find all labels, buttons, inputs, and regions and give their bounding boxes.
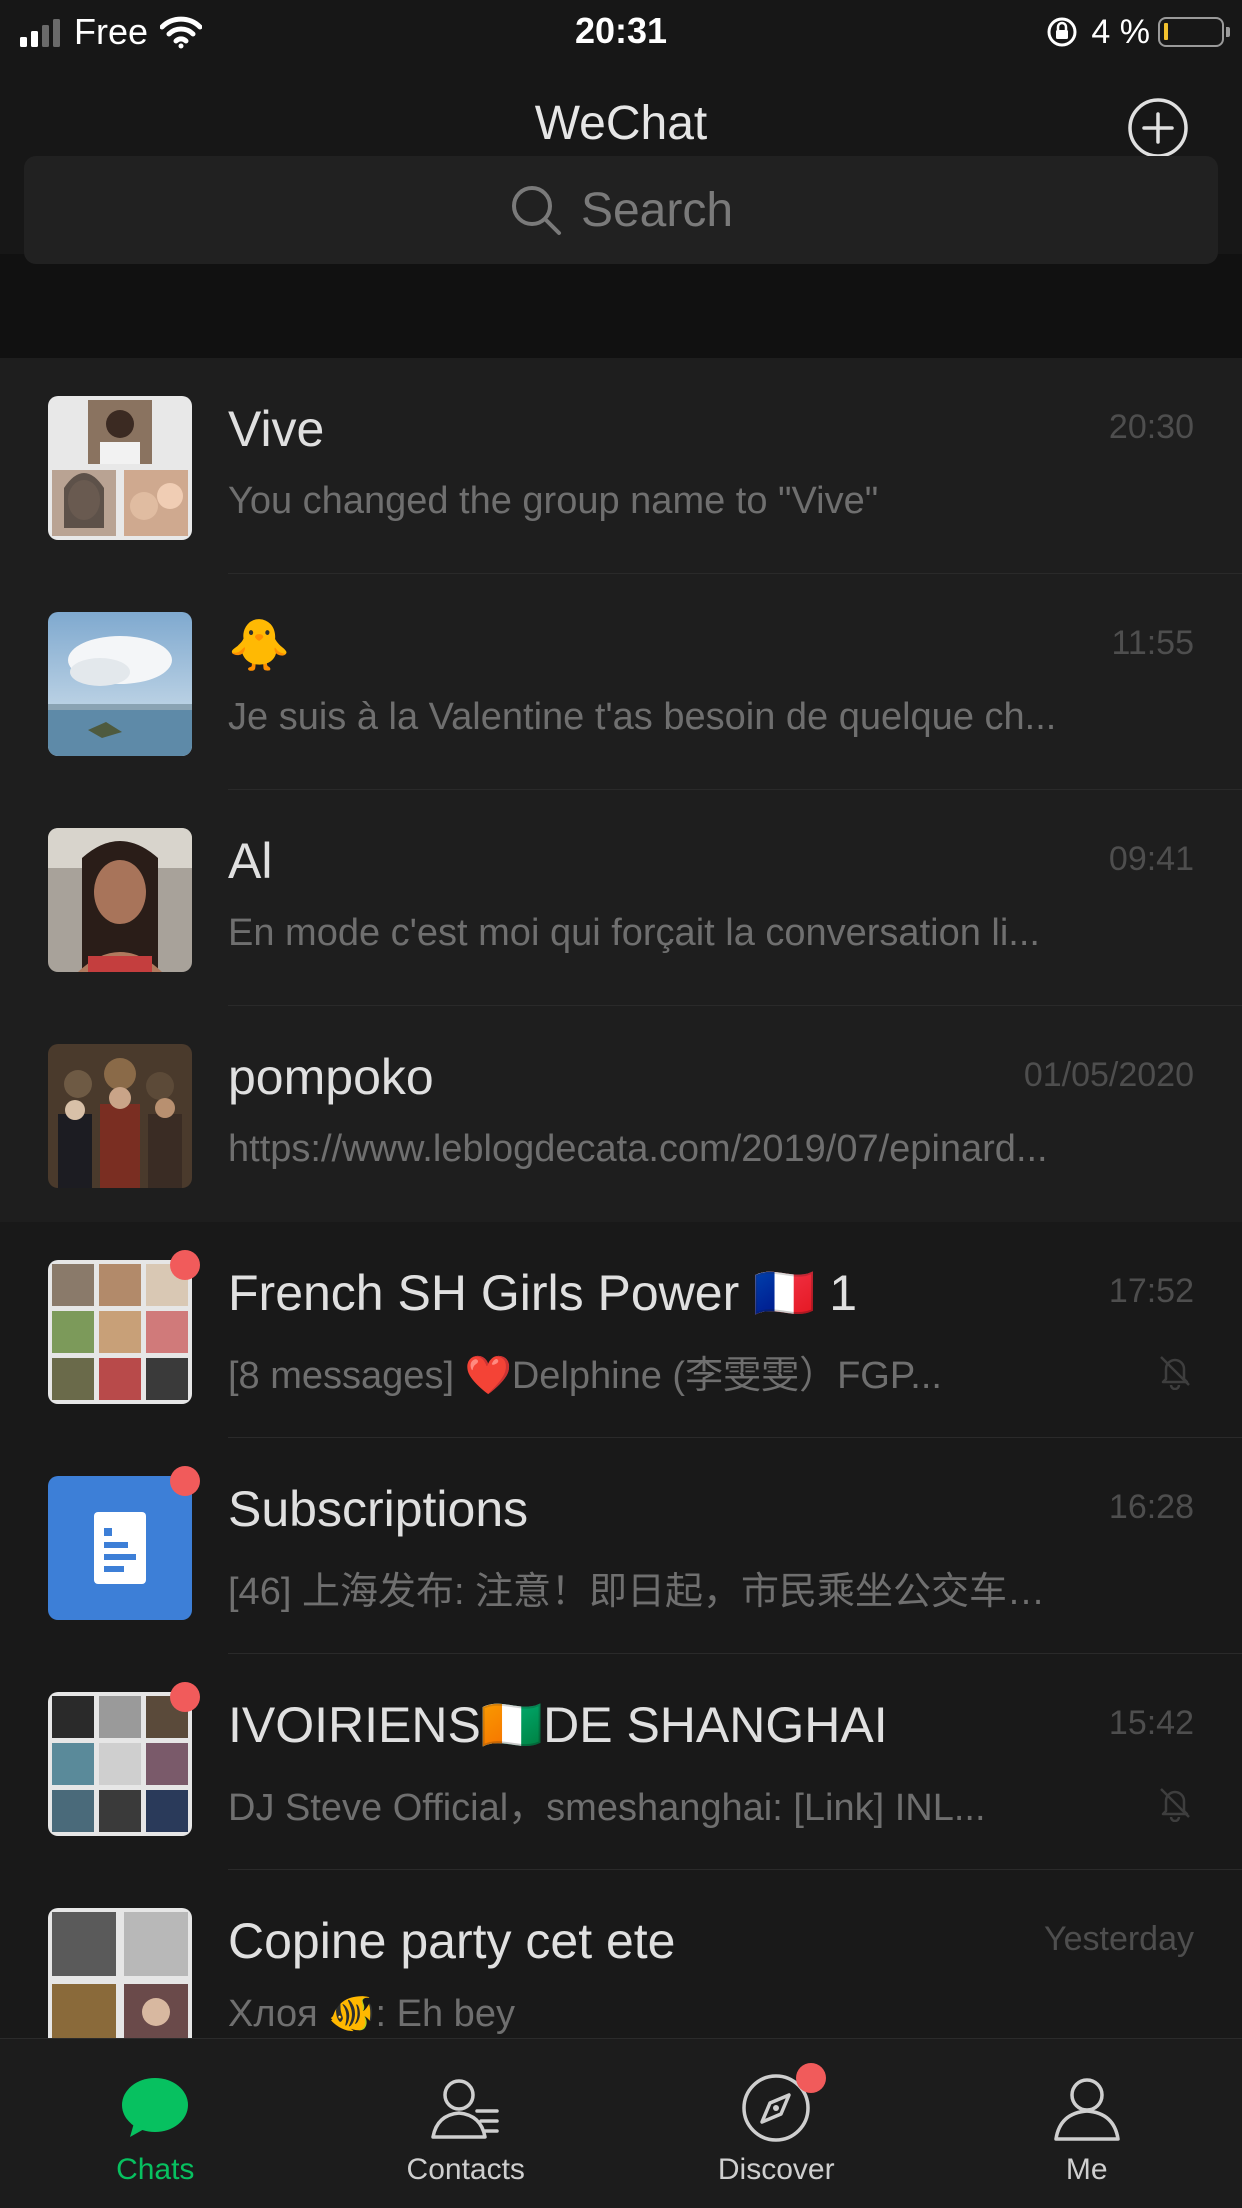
subscriptions-avatar (48, 1476, 192, 1620)
chat-name: Vive (228, 401, 325, 457)
chat-name: IVOIRIENS🇨🇮DE SHANGHAI (228, 1697, 888, 1753)
tab-label: Discover (717, 2153, 835, 2186)
contacts-icon (431, 2079, 499, 2139)
tab-contacts[interactable]: Contacts (311, 2039, 622, 2208)
chat-preview: [46] 上海发布: 注意！即日起，市民乘坐公交车… (228, 1571, 1046, 1613)
tab-bar: Chats Contacts Discover Me (0, 2038, 1242, 2208)
chat-list: Vive 20:30 You changed the group name to… (0, 358, 1242, 2038)
tab-chats[interactable]: Chats (0, 2039, 311, 2208)
contact-avatar (48, 612, 192, 756)
chat-name: 🐥 (228, 617, 291, 673)
person-icon (1054, 2078, 1120, 2141)
chat-preview: DJ Steve Official，smeshanghai: [Link] IN… (228, 1787, 986, 1829)
chat-time: 09:41 (1108, 840, 1194, 878)
chat-time: 17:52 (1108, 1272, 1194, 1310)
mute-bell-icon (1160, 1356, 1190, 1390)
chat-time: 16:28 (1108, 1488, 1194, 1526)
chat-row-ivoiriens-de-shanghai[interactable]: IVOIRIENS🇨🇮DE SHANGHAI 15:42 DJ Steve Of… (0, 1654, 1242, 1870)
group-avatar (48, 396, 192, 540)
chat-preview: En mode c'est moi qui forçait la convers… (228, 912, 1040, 954)
chat-row-chick[interactable]: 🐥 11:55 Je suis à la Valentine t'as beso… (0, 574, 1242, 790)
chat-row-vive[interactable]: Vive 20:30 You changed the group name to… (0, 358, 1242, 574)
chat-row-subscriptions[interactable]: Subscriptions 16:28 [46] 上海发布: 注意！即日起，市民… (0, 1438, 1242, 1654)
chat-preview: [8 messages] ❤️Delphine (李雯雯）FGP... (228, 1355, 942, 1397)
contact-avatar (48, 1044, 192, 1188)
wechat-screen: Free 20:31 4 % WeChat Search Vive 20:30 … (0, 0, 1242, 2208)
chat-preview: Хлоя 🐠: Eh bey (228, 1993, 515, 2035)
status-bar: Free 20:31 4 % (0, 0, 1242, 66)
chat-name: French SH Girls Power 🇫🇷 1 (228, 1265, 858, 1321)
chat-time: 01/05/2020 (1023, 1056, 1194, 1094)
tab-label: Chats (116, 2153, 195, 2186)
chat-bubble-icon (122, 2078, 189, 2137)
chat-time: 15:42 (1108, 1704, 1194, 1742)
chat-name: Copine party cet ete (228, 1913, 676, 1969)
chat-time: 11:55 (1111, 624, 1194, 662)
tab-discover[interactable]: Discover (621, 2039, 932, 2208)
chat-row-copine-party[interactable]: Copine party cet ete Yesterday Хлоя 🐠: E… (0, 1870, 1242, 2038)
discover-badge-dot (796, 2063, 827, 2093)
tab-label: Contacts (406, 2153, 525, 2186)
chat-row-french-sh-girls-power[interactable]: French SH Girls Power 🇫🇷 1 17:52 [8 mess… (0, 1222, 1242, 1438)
group-avatar (48, 1692, 192, 1836)
chat-name: Subscriptions (228, 1481, 529, 1537)
contact-avatar (48, 828, 192, 972)
mute-bell-icon (1160, 1788, 1190, 1822)
search-icon (511, 186, 561, 235)
unread-dot (170, 1466, 200, 1496)
chat-name: Al (228, 833, 273, 889)
page-title: WeChat (534, 97, 708, 150)
tab-label: Me (1065, 2153, 1108, 2186)
status-right: 4 % (1045, 10, 1230, 54)
chat-preview: You changed the group name to "Vive" (228, 480, 879, 522)
plus-circle-icon[interactable] (1126, 96, 1190, 160)
unread-dot (170, 1682, 200, 1712)
orientation-lock-icon (1047, 17, 1077, 47)
chat-preview: Je suis à la Valentine t'as besoin de qu… (228, 696, 1057, 738)
group-avatar (48, 1908, 192, 2038)
tab-me[interactable]: Me (932, 2039, 1242, 2208)
unread-dot (170, 1250, 200, 1280)
chat-time: Yesterday (1044, 1920, 1194, 1958)
search-bar[interactable]: Search (24, 156, 1218, 264)
chat-preview: https://www.leblogdecata.com/2019/07/epi… (228, 1128, 1048, 1170)
chat-name: pompoko (228, 1049, 434, 1105)
chat-row-pompoko[interactable]: pompoko 01/05/2020 https://www.leblogdec… (0, 1006, 1242, 1222)
battery-percent: 4 % (1091, 12, 1150, 51)
group-avatar (48, 1260, 192, 1404)
battery-icon (1158, 17, 1230, 47)
chat-time: 20:30 (1108, 408, 1194, 446)
chat-row-al[interactable]: Al 09:41 En mode c'est moi qui forçait l… (0, 790, 1242, 1006)
search-placeholder: Search (580, 183, 734, 237)
